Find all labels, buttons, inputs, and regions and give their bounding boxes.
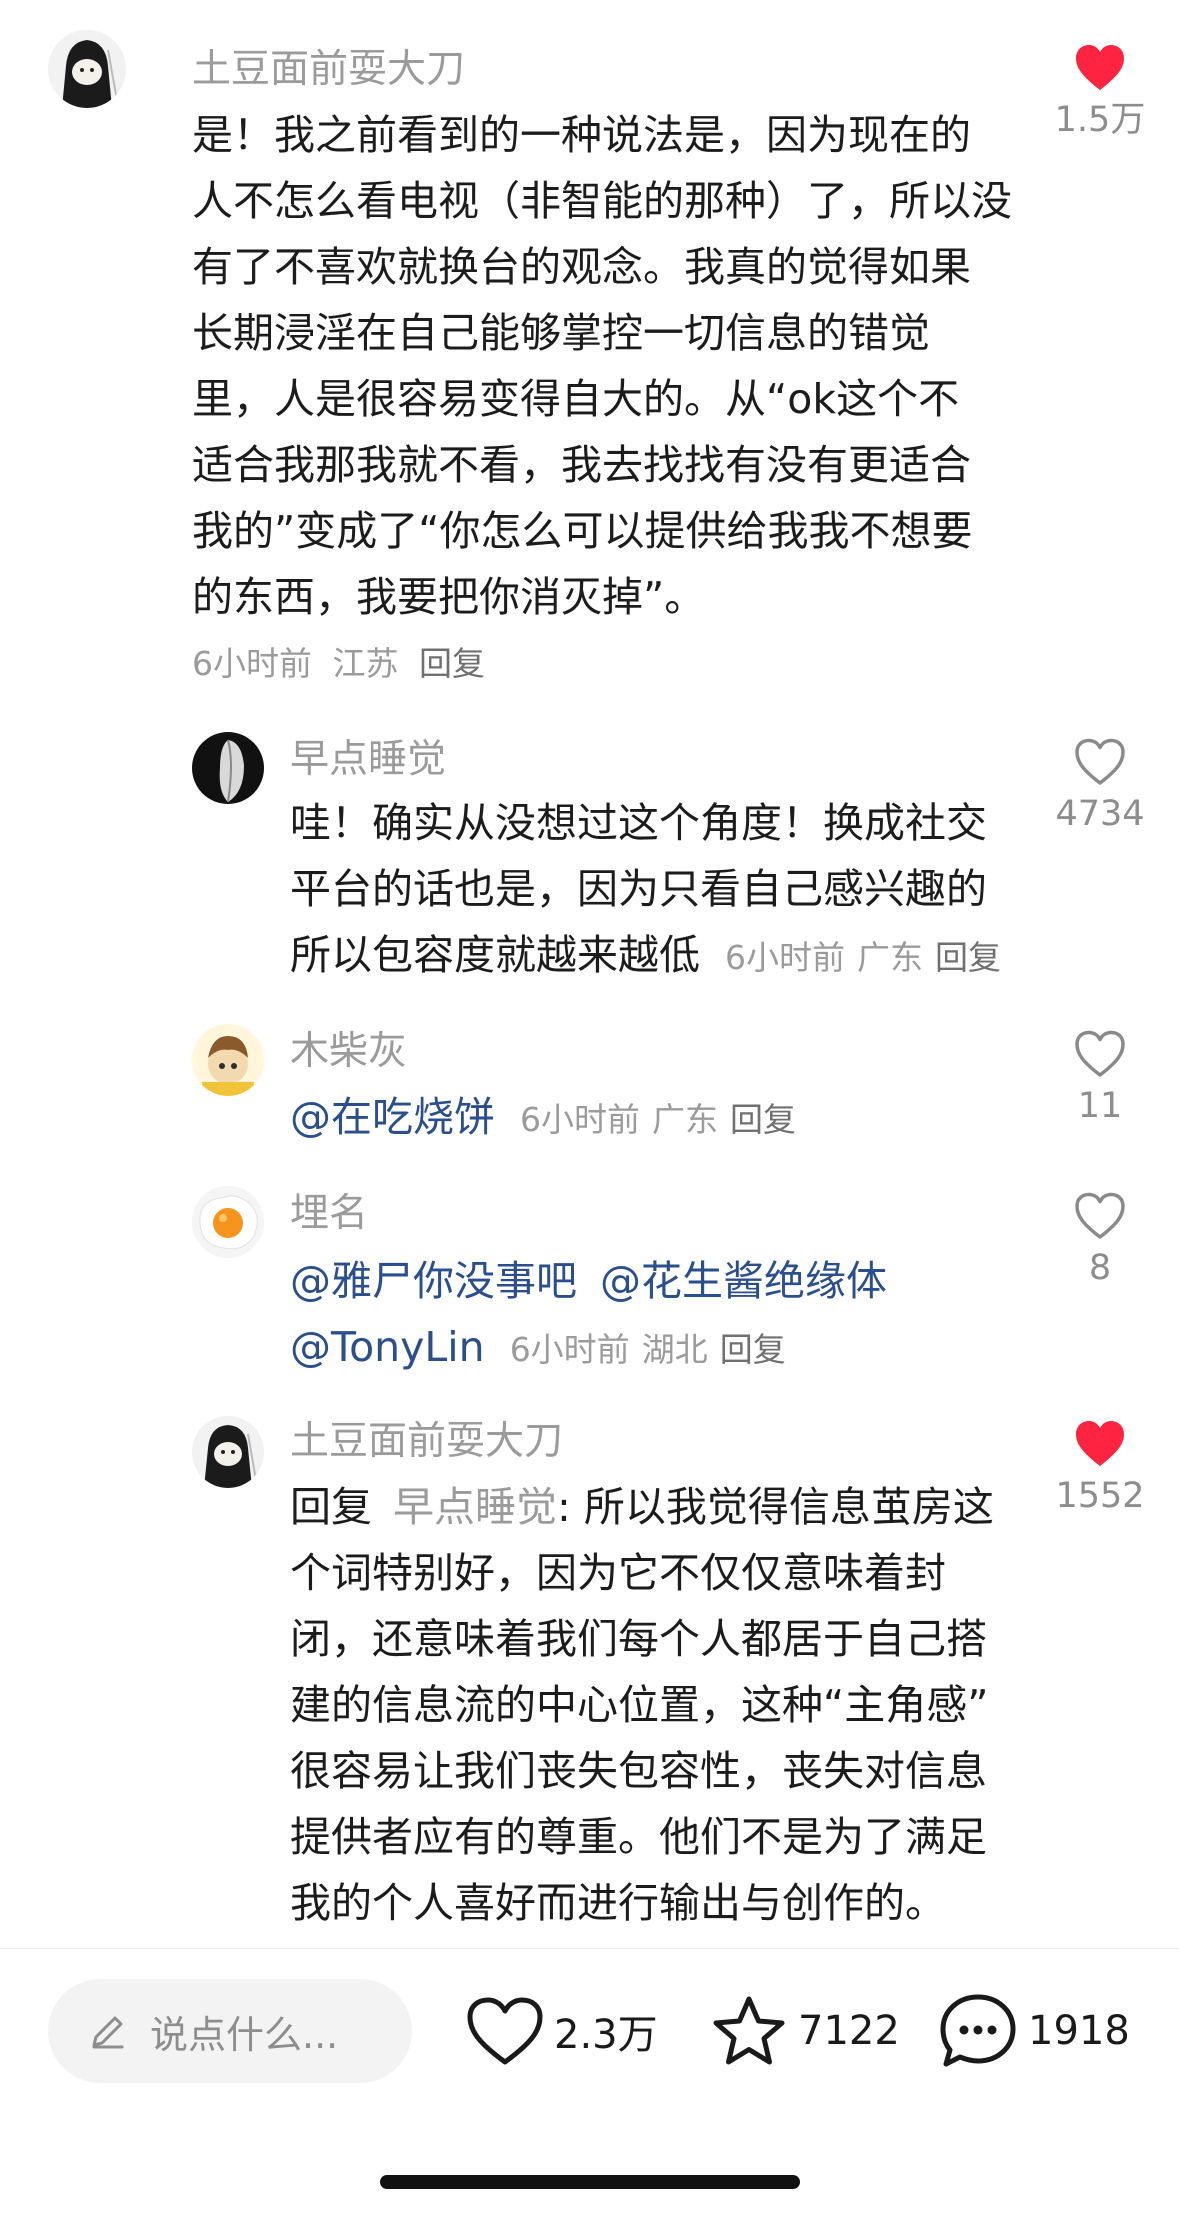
star-icon	[713, 1996, 785, 2065]
comment-location: 江苏	[332, 644, 399, 683]
heart-icon	[1075, 738, 1125, 785]
reply-target-username[interactable]: 早点睡觉	[393, 1483, 557, 1531]
comment-line: 有了不喜欢就换台的观念。我真的觉得如果	[192, 243, 971, 291]
comment-time: 6小时前	[725, 938, 846, 977]
comment-line: 提供者应有的尊重。他们不是为了满足	[290, 1813, 987, 1861]
heart-icon	[1075, 1030, 1125, 1077]
comment-line: 我的”变成了“你怎么可以提供给我我不想要	[192, 507, 973, 555]
comment-location: 湖北	[641, 1330, 708, 1369]
comment-input-placeholder: 说点什么...	[150, 2012, 339, 2057]
avatar[interactable]	[192, 1186, 264, 1258]
comment-location: 广东	[652, 1100, 719, 1139]
heart-icon	[467, 1997, 543, 2065]
comment-line: 里，人是很容易变得自大的。从“ok这个不	[192, 375, 960, 423]
comment-text: 是！我之前看到的一种说法是，因为现在的 人不怎么看电视（非智能的那种）了，所以没…	[192, 102, 1012, 630]
comment-line-text: : 所以我觉得信息茧房这	[557, 1483, 994, 1531]
comment-line: @雅尸你没事吧 @花生酱绝缘体	[290, 1248, 887, 1314]
comment-line: 很容易让我们丧失包容性，丧失对信息	[290, 1747, 987, 1795]
home-indicator[interactable]	[380, 2175, 800, 2189]
like-button[interactable]: 8	[1035, 1192, 1165, 1290]
comment-input[interactable]: 说点什么...	[48, 1979, 412, 2083]
like-post-button[interactable]: 2.3万	[466, 1989, 658, 2073]
comment-line: 人不怎么看电视（非智能的那种）了，所以没	[192, 177, 1012, 225]
username[interactable]: 木柴灰	[290, 1028, 407, 1076]
comment-text: @在吃烧饼 6小时前 广东 回复	[290, 1084, 808, 1153]
reply-button[interactable]: 回复	[419, 644, 485, 683]
comment-time: 6小时前	[192, 644, 312, 683]
comment-line-text: 所以包容度就越来越低	[290, 931, 700, 979]
mention-link[interactable]: @TonyLin	[290, 1323, 485, 1371]
comment-meta: 6小时前 湖北 回复	[510, 1330, 798, 1369]
comment-line: @在吃烧饼 6小时前 广东 回复	[290, 1084, 808, 1153]
comment-meta: 6小时前 江苏 回复	[192, 640, 485, 688]
reply-button[interactable]: 回复	[720, 1330, 786, 1369]
like-button[interactable]: 1552	[1035, 1420, 1165, 1518]
username[interactable]: 土豆面前耍大刀	[290, 1418, 563, 1466]
comment-line: 我的个人喜好而进行输出与创作的。	[290, 1879, 946, 1927]
comment-line: 建的信息流的中心位置，这种“主角感”	[290, 1681, 989, 1729]
username[interactable]: 土豆面前耍大刀	[192, 46, 465, 94]
comment-line: @TonyLin 6小时前 湖北 回复	[290, 1314, 887, 1383]
like-button[interactable]: 1.5万	[1035, 44, 1165, 142]
like-count: 4734	[1055, 794, 1145, 834]
avatar-image	[192, 732, 264, 804]
mention-link[interactable]: @在吃烧饼	[290, 1093, 495, 1141]
like-button[interactable]: 11	[1035, 1030, 1165, 1128]
reply-prefix: 回复	[290, 1483, 372, 1531]
like-count: 11	[1077, 1086, 1123, 1126]
like-count: 8	[1088, 1248, 1112, 1288]
comment-location: 广东	[857, 938, 924, 977]
avatar[interactable]	[192, 1416, 264, 1488]
comment-line: 闭，还意味着我们每个人都居于自己搭	[290, 1615, 987, 1663]
like-count: 1.5万	[1054, 100, 1146, 140]
like-button[interactable]: 4734	[1035, 738, 1165, 836]
reply-button[interactable]: 回复	[935, 938, 1001, 977]
like-post-count: 2.3万	[554, 2012, 658, 2058]
comment-meta: 6小时前 广东 回复	[725, 938, 1013, 977]
avatar[interactable]	[48, 30, 126, 108]
avatar-image	[48, 30, 126, 108]
username[interactable]: 埋名	[290, 1190, 368, 1238]
comment-time: 6小时前	[520, 1100, 641, 1139]
heart-icon	[1075, 1192, 1125, 1239]
heart-icon	[1076, 45, 1124, 90]
comment-text: 回复 早点睡觉: 所以我觉得信息茧房这 个词特别好，因为它不仅仅意味着封 闭，还…	[290, 1474, 994, 1936]
mention-link[interactable]: @花生酱绝缘体	[600, 1257, 887, 1305]
reply-button[interactable]: 回复	[730, 1100, 796, 1139]
comment-line: 长期浸淫在自己能够掌控一切信息的错觉	[192, 309, 930, 357]
comment-line: 平台的话也是，因为只看自己感兴趣的	[290, 865, 987, 913]
comment-text: @雅尸你没事吧 @花生酱绝缘体 @TonyLin 6小时前 湖北 回复	[290, 1248, 887, 1383]
mention-link[interactable]: @雅尸你没事吧	[290, 1257, 577, 1305]
comments-button[interactable]: 1918	[938, 1989, 1130, 2073]
username[interactable]: 早点睡觉	[290, 736, 446, 784]
favorite-button[interactable]: 7122	[710, 1989, 900, 2073]
comment-meta: 6小时前 广东 回复	[520, 1100, 808, 1139]
comment-line: 是！我之前看到的一种说法是，因为现在的	[192, 111, 971, 159]
avatar-image	[192, 1416, 264, 1488]
bottom-action-bar: 说点什么... 2.3万 7122 1918	[0, 1948, 1179, 2089]
heart-icon	[1076, 1421, 1124, 1466]
comment-line: 个词特别好，因为它不仅仅意味着封	[290, 1549, 946, 1597]
comment-line: 适合我那我就不看，我去找找有没有更适合	[192, 441, 971, 489]
comment-time: 6小时前	[509, 1330, 630, 1369]
like-count: 1552	[1055, 1476, 1145, 1516]
comment-line: 哇！确实从没想过这个角度！换成社交	[290, 799, 987, 847]
comment-bubble-icon	[940, 1994, 1016, 2067]
favorite-count: 7122	[798, 2008, 900, 2054]
avatar[interactable]	[192, 732, 264, 804]
comment-text: 哇！确实从没想过这个角度！换成社交 平台的话也是，因为只看自己感兴趣的 所以包容…	[290, 790, 1013, 991]
pencil-icon	[92, 2016, 124, 2049]
avatar[interactable]	[192, 1024, 264, 1096]
comment-count: 1918	[1028, 2008, 1130, 2054]
comment-line: 的东西，我要把你消灭掉”。	[192, 573, 706, 621]
avatar-image	[192, 1024, 264, 1096]
avatar-image	[192, 1186, 264, 1258]
comment-line: 所以包容度就越来越低 6小时前 广东 回复	[290, 922, 1013, 991]
comment-line: 回复 早点睡觉: 所以我觉得信息茧房这	[290, 1474, 994, 1540]
